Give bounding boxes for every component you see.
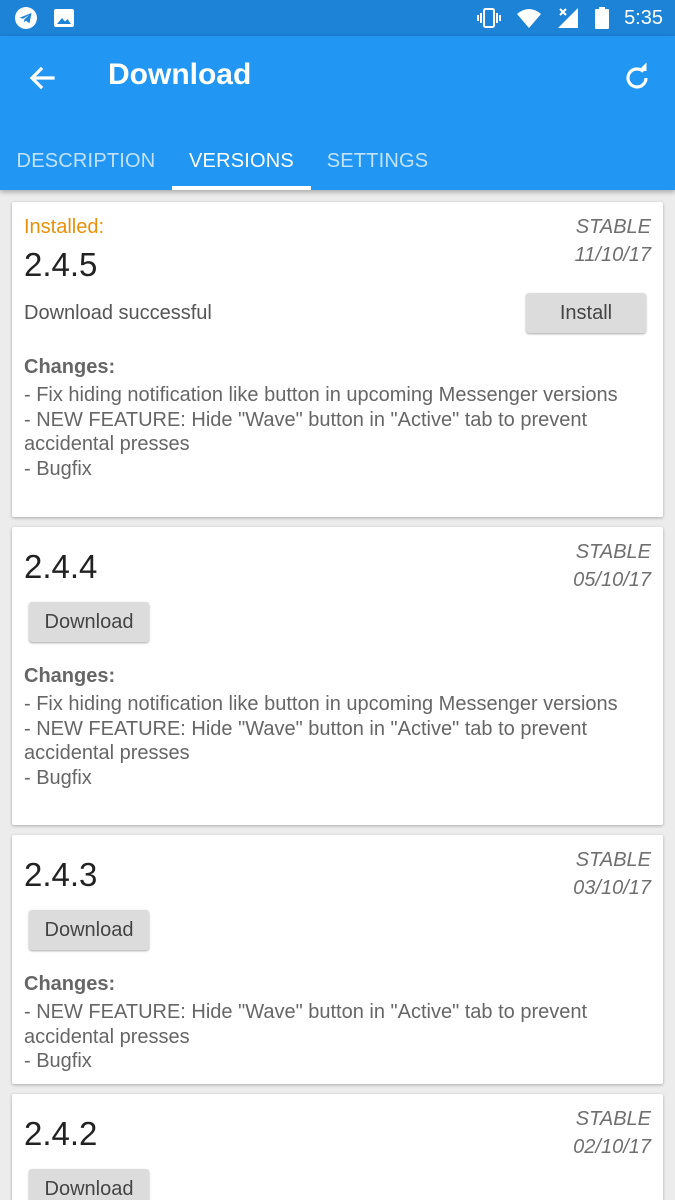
release-date: 05/10/17 [573, 569, 651, 591]
version-card: 2.4.2 STABLE 02/10/17 Download [12, 1094, 663, 1200]
telegram-icon [15, 7, 37, 29]
download-button[interactable]: Download [29, 602, 149, 642]
changes-list: - Fix hiding notification like button in… [24, 383, 644, 481]
change-item: - Fix hiding notification like button in… [24, 693, 618, 715]
page-title: Download [108, 58, 252, 91]
clock: 5:35 [624, 6, 663, 29]
change-item: - NEW FEATURE: Hide "Wave" button in "Ac… [24, 717, 588, 765]
vibrate-icon [477, 8, 502, 28]
tab-bar: DESCRIPTION VERSIONS SETTINGS [0, 132, 675, 190]
refresh-icon[interactable] [621, 62, 653, 94]
channel-label: STABLE [575, 1108, 651, 1130]
battery-icon [595, 7, 610, 29]
channel-label: STABLE [575, 541, 651, 563]
version-number: 2.4.3 [24, 856, 98, 893]
channel-label: STABLE [575, 849, 651, 871]
app-bar: Download DESCRIPTION VERSIONS SETTINGS [0, 36, 675, 190]
version-number: 2.4.4 [24, 548, 98, 585]
changes-title: Changes: [24, 356, 116, 378]
change-item: - Bugfix [24, 457, 92, 480]
changes-list: - NEW FEATURE: Hide "Wave" button in "Ac… [24, 1000, 644, 1074]
image-icon [54, 9, 74, 27]
version-card: 2.4.3 STABLE 03/10/17 Download Changes: … [12, 835, 663, 1084]
changes-title: Changes: [24, 973, 116, 995]
change-item: - NEW FEATURE: Hide "Wave" button in "Ac… [24, 1001, 588, 1048]
changes-list: - Fix hiding notification like button in… [24, 692, 644, 790]
install-button[interactable]: Install [526, 293, 646, 333]
change-item: - Bugfix [24, 766, 92, 789]
tab-description[interactable]: DESCRIPTION [0, 132, 172, 190]
arrow-back-icon[interactable] [26, 62, 58, 94]
channel-label: STABLE [575, 216, 651, 238]
tab-indicator [172, 186, 311, 190]
changes-title: Changes: [24, 665, 116, 687]
installed-label: Installed: [24, 216, 105, 238]
signal-icon [558, 8, 579, 28]
download-status: Download successful [24, 302, 212, 324]
tab-settings[interactable]: SETTINGS [311, 132, 444, 190]
version-card: 2.4.4 STABLE 05/10/17 Download Changes: … [12, 527, 663, 825]
download-button[interactable]: Download [29, 1169, 149, 1200]
release-date: 03/10/17 [573, 877, 651, 899]
version-card: Installed: 2.4.5 STABLE 11/10/17 Downloa… [12, 202, 663, 517]
tab-versions[interactable]: VERSIONS [172, 132, 311, 190]
version-number: 2.4.2 [24, 1115, 98, 1152]
change-item: - NEW FEATURE: Hide "Wave" button in "Ac… [24, 408, 588, 456]
change-item: - Fix hiding notification like button in… [24, 384, 618, 406]
wifi-icon [517, 9, 542, 28]
release-date: 11/10/17 [574, 244, 651, 266]
version-number: 2.4.5 [24, 246, 98, 283]
status-bar: 5:35 [0, 0, 675, 36]
download-button[interactable]: Download [29, 910, 149, 950]
release-date: 02/10/17 [573, 1136, 651, 1158]
change-item: - Bugfix [24, 1050, 92, 1072]
